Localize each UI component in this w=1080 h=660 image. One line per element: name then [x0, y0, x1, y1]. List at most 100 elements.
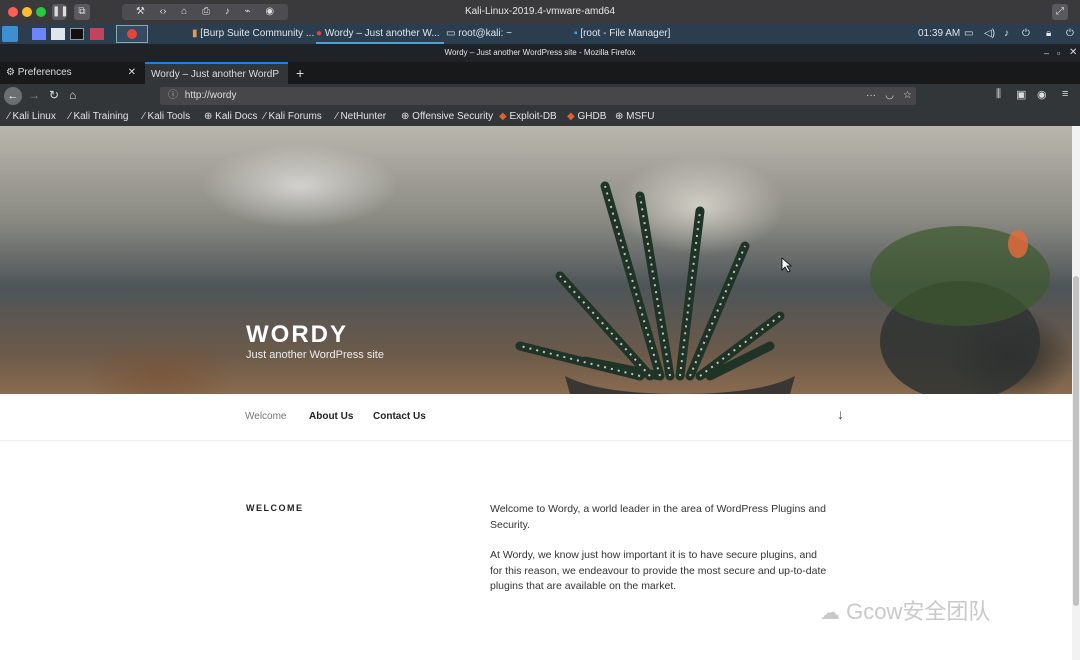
- fullscreen-icon[interactable]: ⤢: [1052, 4, 1068, 20]
- wechat-icon: ☁: [820, 602, 840, 624]
- scrollbar[interactable]: [1072, 126, 1080, 660]
- firefox-icon: [127, 29, 137, 39]
- bookmark-label: NetHunter: [340, 111, 387, 122]
- bookmark-msfu[interactable]: ⊕ MSFU: [615, 108, 655, 126]
- body-paragraph: At Wordy, we know just how important it …: [490, 549, 827, 592]
- bookmark-label: Kali Training: [73, 111, 129, 122]
- desktop-icon[interactable]: [32, 28, 46, 40]
- browser-window-title: Wordy – Just another WordPress site - Mo…: [0, 44, 1080, 62]
- taskbar-panel: ▮ [Burp Suite Community ... ● Wordy – Ju…: [0, 24, 1080, 44]
- minimize-window-icon[interactable]: [22, 7, 32, 17]
- maximize-icon[interactable]: ▫: [1057, 48, 1060, 58]
- site-title[interactable]: WORDY: [246, 321, 348, 349]
- wrench-icon[interactable]: ⚒: [136, 6, 145, 17]
- bookmark-offensive-security[interactable]: ⊕ Offensive Security: [401, 108, 493, 126]
- usb-icon[interactable]: ⌁: [245, 6, 251, 17]
- menu-icon[interactable]: ≡: [1062, 88, 1068, 100]
- home-icon[interactable]: ⌂: [69, 88, 76, 102]
- task-file-manager[interactable]: ▪ [root - File Manager]: [574, 24, 714, 44]
- printer-icon[interactable]: ⎙: [202, 6, 210, 17]
- close-icon[interactable]: ✕: [1069, 47, 1077, 58]
- scroll-down-arrow-icon[interactable]: ↓: [837, 406, 844, 422]
- task-label: Wordy – Just another W...: [324, 28, 440, 39]
- minimize-icon[interactable]: –: [1044, 48, 1049, 58]
- exploit-db-icon: ◆: [499, 111, 507, 122]
- task-terminal[interactable]: ▭ root@kali: ~: [446, 24, 568, 44]
- workspace-switcher[interactable]: [116, 25, 148, 43]
- close-window-icon[interactable]: [8, 7, 18, 17]
- tab-wordy[interactable]: Wordy – Just another WordP: [145, 62, 288, 84]
- task-label: [Burp Suite Community ...: [200, 28, 314, 39]
- sidebar-icon[interactable]: ▣: [1016, 88, 1026, 101]
- camera-icon[interactable]: ◉: [265, 6, 274, 17]
- power-icon[interactable]: ⏻: [1066, 24, 1074, 44]
- sound-icon[interactable]: ♪: [225, 6, 230, 17]
- tab-preferences[interactable]: ⚙ Preferences ✕: [0, 62, 144, 84]
- screen-icon[interactable]: ▭: [964, 24, 973, 44]
- page-actions-icon[interactable]: ···: [866, 87, 876, 105]
- bookmark-nethunter[interactable]: ⁄ NetHunter: [336, 108, 386, 126]
- bookmark-label: Kali Forums: [268, 111, 322, 122]
- tab-bar: ⚙ Preferences ✕ Wordy – Just another Wor…: [0, 62, 1080, 84]
- pocket-icon[interactable]: ◡: [885, 87, 894, 105]
- nav-about-us[interactable]: About Us: [309, 411, 353, 422]
- maximize-window-icon[interactable]: [36, 7, 46, 17]
- bookmark-star-icon[interactable]: ☆: [903, 87, 912, 105]
- forward-icon[interactable]: →: [28, 88, 40, 102]
- bookmark-kali-tools[interactable]: ⁄ Kali Tools: [143, 108, 190, 126]
- reload-icon[interactable]: ↻: [49, 88, 59, 102]
- globe-icon: ⊕: [401, 111, 410, 122]
- account-icon[interactable]: ◉: [1037, 88, 1047, 101]
- kali-icon: ⁄: [264, 111, 266, 122]
- site-navigation: Welcome About Us Contact Us ↓: [0, 394, 1072, 441]
- task-burp[interactable]: ▮ [Burp Suite Community ...: [192, 24, 314, 44]
- library-icon[interactable]: ⫼: [996, 88, 1001, 101]
- bookmark-kali-training[interactable]: ⁄ Kali Training: [69, 108, 128, 126]
- drive-icon[interactable]: ⌂: [181, 6, 187, 17]
- vm-toolbar: ⚒ ‹› ⌂ ⎙ ♪ ⌁ ◉: [122, 4, 288, 20]
- snapshot-icon[interactable]: ⧉: [74, 4, 90, 20]
- navigation-toolbar: ← → ↻ ⌂ ⓘ http://wordy ··· ◡ ☆ ⫼ ▣ ◉ ≡: [0, 84, 1080, 108]
- bookmark-kali-linux[interactable]: ⁄ Kali Linux: [8, 108, 56, 126]
- bookmark-label: GHDB: [577, 111, 607, 122]
- bookmark-kali-forums[interactable]: ⁄ Kali Forums: [264, 108, 322, 126]
- folder-icon: ▪: [574, 28, 578, 39]
- bookmark-label: MSFU: [626, 111, 655, 122]
- close-tab-icon[interactable]: ✕: [128, 62, 136, 84]
- task-firefox[interactable]: ● Wordy – Just another W...: [316, 24, 444, 44]
- clock[interactable]: 01:39 AM: [918, 24, 962, 44]
- burp-icon: ▮: [192, 28, 198, 39]
- bookmark-label: Exploit-DB: [509, 111, 557, 122]
- site-tagline: Just another WordPress site: [246, 349, 384, 361]
- files-icon[interactable]: [51, 28, 65, 40]
- info-icon[interactable]: ⓘ: [168, 90, 178, 101]
- tab-label: Wordy – Just another WordP: [151, 69, 280, 80]
- back-icon[interactable]: ←: [4, 87, 22, 105]
- new-tab-button[interactable]: +: [290, 62, 310, 84]
- bookmark-ghdb[interactable]: ◆ GHDB: [567, 108, 606, 126]
- pause-icon[interactable]: ❚❚: [52, 4, 69, 20]
- bookmark-kali-docs[interactable]: ⊕ Kali Docs: [204, 108, 257, 126]
- scrollbar-thumb[interactable]: [1073, 276, 1079, 606]
- header-image: WORDY Just another WordPress site: [0, 126, 1072, 394]
- kali-menu-icon[interactable]: [2, 26, 18, 42]
- kali-icon: ⁄: [69, 111, 71, 122]
- power-icon[interactable]: ⏻: [1022, 24, 1030, 44]
- lock-icon[interactable]: 🔒︎: [1046, 24, 1051, 44]
- globe-icon: ⊕: [204, 111, 213, 122]
- bookmark-label: Kali Tools: [147, 111, 191, 122]
- gear-icon: ⚙: [6, 67, 15, 78]
- kali-icon: ⁄: [336, 111, 338, 122]
- notification-bell-icon[interactable]: ♪: [1004, 24, 1009, 44]
- url-bar[interactable]: ⓘ http://wordy ··· ◡ ☆: [160, 87, 916, 105]
- vm-title-bar: Kali-Linux-2019.4-vmware-amd64 ❚❚ ⧉ ⚒ ‹›…: [0, 0, 1080, 25]
- bookmark-exploit-db[interactable]: ◆ Exploit-DB: [499, 108, 557, 126]
- volume-icon[interactable]: ◁): [984, 24, 995, 44]
- firefox-icon: ●: [316, 28, 323, 39]
- app-icon[interactable]: [90, 28, 104, 40]
- section-heading: WELCOME: [246, 503, 304, 513]
- terminal-icon[interactable]: [70, 28, 84, 40]
- code-icon[interactable]: ‹›: [160, 6, 167, 17]
- nav-contact-us[interactable]: Contact Us: [373, 411, 426, 422]
- nav-welcome[interactable]: Welcome: [245, 411, 287, 422]
